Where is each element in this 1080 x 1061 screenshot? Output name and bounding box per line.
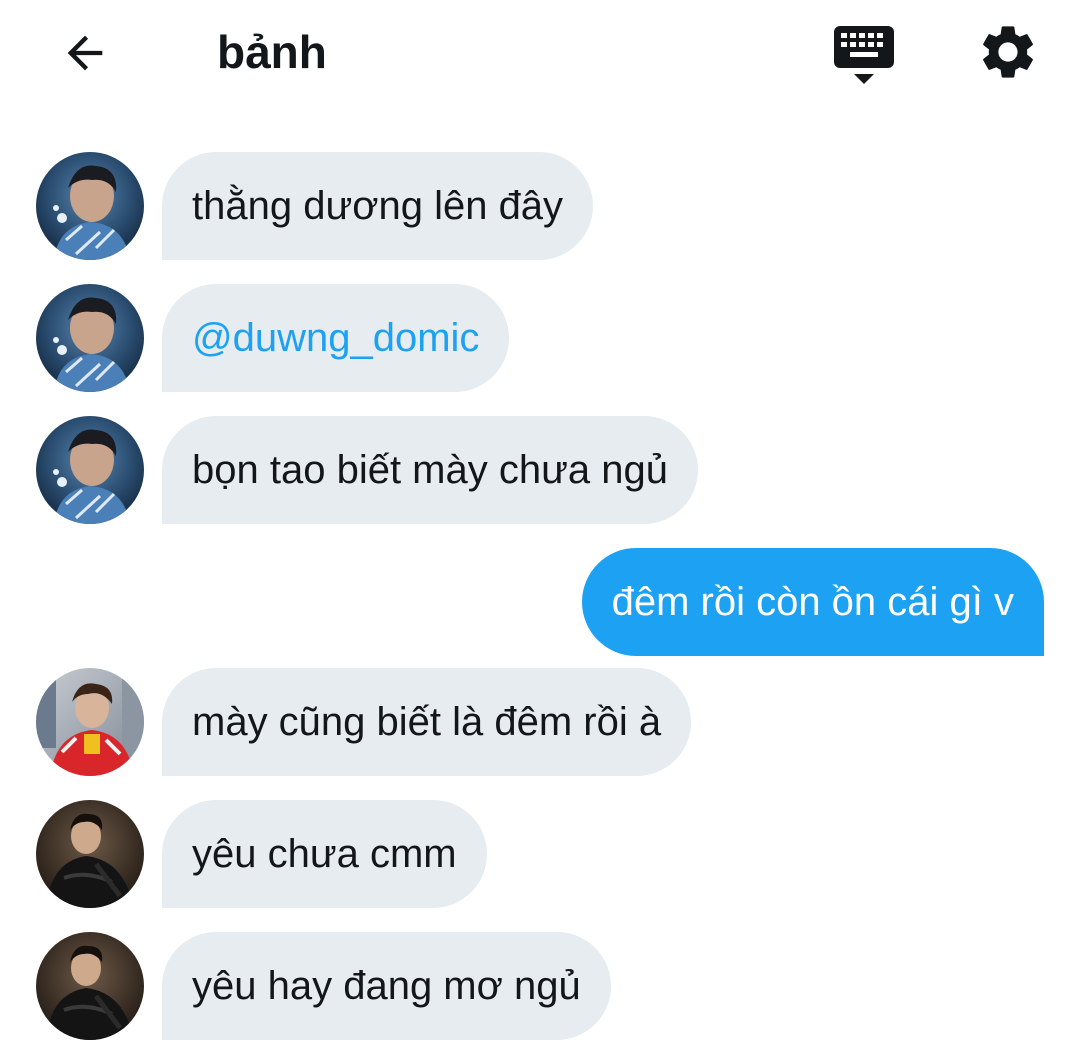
sender-avatar[interactable] — [36, 800, 144, 908]
message-row: yêu hay đang mơ ngủ — [0, 932, 1080, 1040]
keyboard-hide-icon — [834, 26, 894, 84]
back-button[interactable] — [56, 24, 114, 82]
conversation-title: bảnh — [217, 26, 327, 78]
user-mention-link[interactable]: @duwng_domic — [192, 314, 479, 362]
keyboard-toggle-button[interactable] — [832, 22, 896, 88]
message-row: @duwng_domic — [0, 284, 1080, 392]
gear-icon — [983, 26, 1033, 78]
message-row: yêu chưa cmm — [0, 800, 1080, 908]
incoming-message-bubble[interactable]: yêu hay đang mơ ngủ — [162, 932, 611, 1040]
sender-avatar[interactable] — [36, 668, 144, 776]
incoming-message-bubble: @duwng_domic — [162, 284, 510, 392]
sender-avatar[interactable] — [36, 932, 144, 1040]
incoming-message-bubble[interactable]: yêu chưa cmm — [162, 800, 487, 908]
incoming-message-bubble[interactable]: mày cũng biết là đêm rồi à — [162, 668, 692, 776]
outgoing-message-bubble[interactable]: đêm rồi còn ồn cái gì v — [581, 548, 1044, 656]
conversation-header: bảnh — [0, 0, 1080, 110]
incoming-message-bubble[interactable]: bọn tao biết mày chưa ngủ — [162, 416, 698, 524]
message-row: thằng dương lên đây — [0, 152, 1080, 260]
sender-avatar[interactable] — [36, 152, 144, 260]
settings-button[interactable] — [976, 20, 1040, 84]
message-row: mày cũng biết là đêm rồi à — [0, 668, 1080, 776]
sender-avatar[interactable] — [36, 416, 144, 524]
arrow-left-icon — [67, 35, 103, 71]
sender-avatar[interactable] — [36, 284, 144, 392]
message-row: đêm rồi còn ồn cái gì v — [0, 548, 1080, 656]
message-row: bọn tao biết mày chưa ngủ — [0, 416, 1080, 524]
incoming-message-bubble[interactable]: thằng dương lên đây — [162, 152, 594, 260]
